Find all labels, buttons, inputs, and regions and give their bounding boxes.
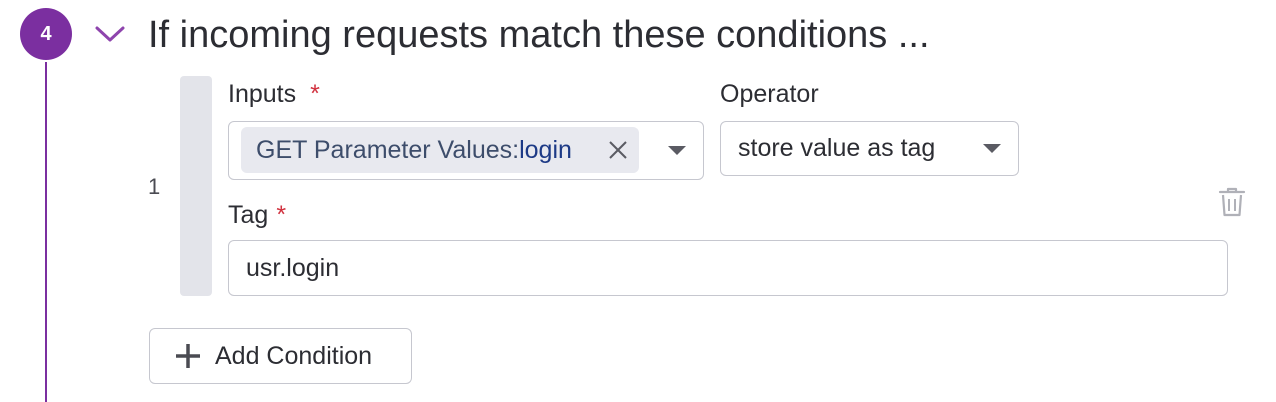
- inputs-select[interactable]: GET Parameter Values: login: [228, 121, 704, 180]
- operator-select[interactable]: store value as tag: [720, 121, 1019, 176]
- chip-key: GET Parameter Values:: [256, 135, 520, 164]
- plus-icon: [176, 344, 200, 368]
- step-number-badge: 4: [20, 8, 72, 60]
- step-connector-line: [45, 62, 47, 402]
- add-condition-label: Add Condition: [215, 341, 373, 370]
- caret-down-icon[interactable]: [983, 144, 1001, 153]
- chevron-down-icon[interactable]: [94, 22, 126, 46]
- operator-value: store value as tag: [738, 134, 936, 162]
- section-title: If incoming requests match these conditi…: [148, 14, 930, 56]
- close-icon[interactable]: [605, 137, 631, 163]
- inputs-label-text: Inputs: [228, 80, 297, 108]
- tag-input-value: usr.login: [246, 254, 340, 282]
- input-chip: GET Parameter Values: login: [241, 127, 639, 173]
- tag-label-text: Tag: [228, 201, 269, 229]
- chip-value: login: [519, 135, 572, 164]
- tag-label: Tag *: [228, 201, 286, 230]
- tag-input[interactable]: usr.login: [228, 240, 1228, 296]
- caret-down-icon[interactable]: [668, 146, 686, 155]
- condition-drag-handle[interactable]: [180, 76, 212, 296]
- condition-index: 1: [148, 174, 161, 199]
- required-mark: *: [276, 201, 287, 229]
- step-number: 4: [40, 22, 52, 45]
- inputs-label: Inputs *: [228, 80, 320, 109]
- trash-icon[interactable]: [1218, 186, 1246, 218]
- add-condition-button[interactable]: Add Condition: [149, 328, 412, 384]
- required-mark: *: [310, 80, 320, 108]
- operator-label: Operator: [720, 80, 819, 108]
